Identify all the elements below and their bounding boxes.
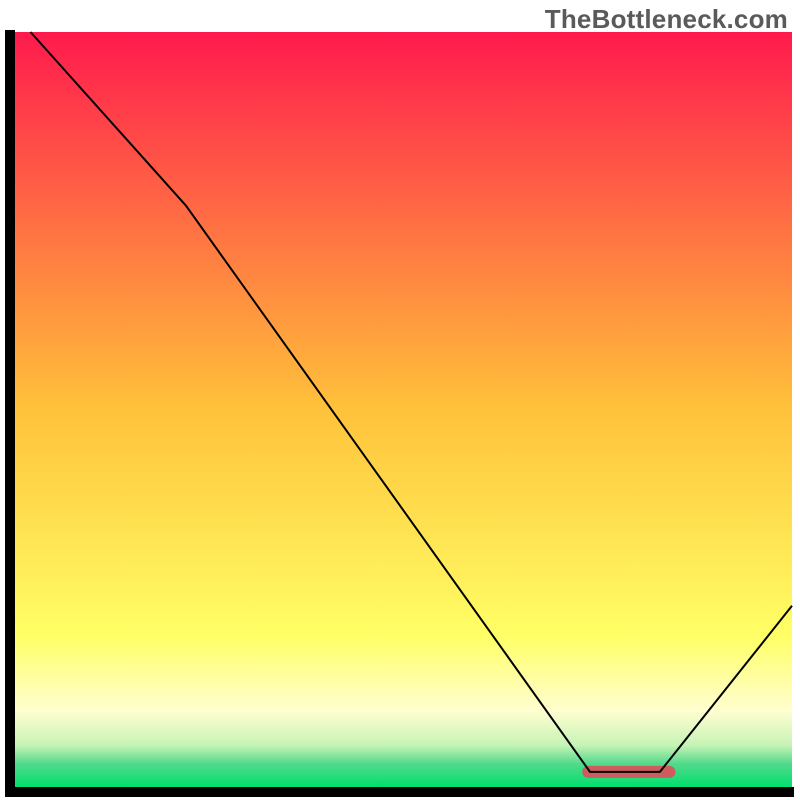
chart-stage: TheBottleneck.com	[0, 0, 800, 800]
y-axis	[5, 30, 15, 797]
watermark-text: TheBottleneck.com	[545, 4, 788, 35]
x-axis	[5, 787, 794, 797]
bottleneck-chart	[0, 0, 800, 800]
